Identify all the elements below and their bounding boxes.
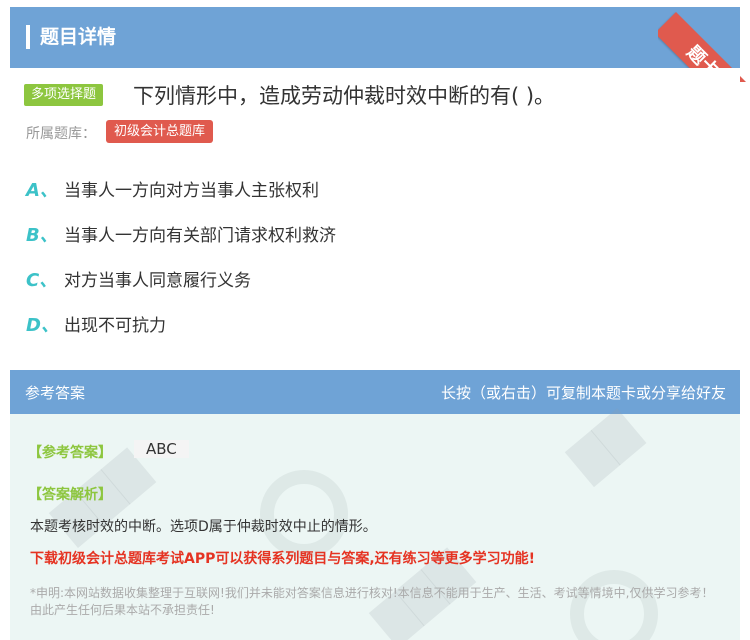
option-a[interactable]: A、 当事人一方向对方当事人主张权利: [26, 176, 319, 204]
option-letter: D、: [26, 315, 59, 336]
analysis-label: 【答案解析】: [28, 487, 112, 503]
option-text: 对方当事人同意履行义务: [64, 271, 251, 291]
option-letter: B、: [26, 225, 58, 246]
answer-header: 参考答案 长按（或右击）可复制本题卡或分享给好友: [10, 370, 740, 414]
bank-name-badge[interactable]: 初级会计总题库: [106, 120, 214, 143]
option-text: 当事人一方向对方当事人主张权利: [64, 181, 319, 201]
question-card: 多项选择题 下列情形中，造成劳动仲裁时效中断的有( )。 所属题库： 初级会计总…: [10, 68, 740, 355]
page-header: 题目详情: [10, 7, 740, 68]
watermark-decoration: ▇▇: [561, 404, 647, 487]
option-text: 当事人一方向有关部门请求权利救济: [64, 226, 336, 246]
option-b[interactable]: B、 当事人一方向有关部门请求权利救济: [26, 221, 336, 249]
page-title: 题目详情: [40, 26, 117, 48]
option-text: 出现不可抗力: [64, 316, 166, 336]
answer-section: 参考答案 长按（或右击）可复制本题卡或分享给好友 ▇▇▇ ▇▇▇ ▇▇ 【参考答…: [10, 370, 740, 640]
header-accent-bar: [26, 25, 30, 49]
watermark-logo-icon: [260, 470, 348, 558]
question-text: 下列情形中，造成劳动仲裁时效中断的有( )。: [133, 84, 556, 108]
app-download-promo[interactable]: 下载初级会计总题库考试APP可以获得系列题目与答案,还有练习等更多学习功能!: [30, 548, 535, 568]
question-type-badge: 多项选择题: [24, 84, 104, 106]
share-hint: 长按（或右击）可复制本题卡或分享给好友: [440, 384, 726, 402]
analysis-text: 本题考核时效的中断。选项D属于仲裁时效中止的情形。: [30, 519, 377, 535]
disclaimer: *申明:本网站数据收集整理于互联网!我们并未能对答案信息进行核对!本信息不能用于…: [30, 586, 714, 617]
answer-value: ABC: [134, 440, 189, 458]
answer-label: 【参考答案】: [28, 445, 112, 461]
bank-label: 所属题库：: [26, 126, 96, 142]
option-d[interactable]: D、 出现不可抗力: [26, 311, 166, 339]
option-letter: A、: [26, 180, 58, 201]
option-c[interactable]: C、 对方当事人同意履行义务: [26, 266, 251, 294]
option-letter: C、: [26, 270, 58, 291]
answer-header-title: 参考答案: [25, 384, 86, 402]
